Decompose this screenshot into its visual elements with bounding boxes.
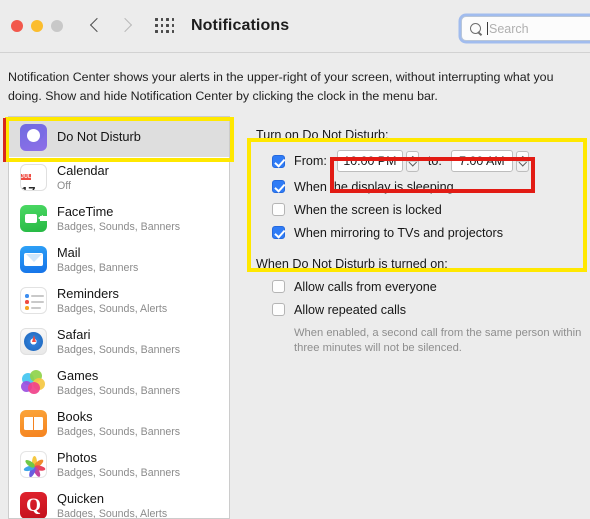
- books-icon: [20, 410, 47, 437]
- sidebar-item-label: Safari: [57, 326, 91, 342]
- sidebar-selection-marker: [3, 118, 6, 162]
- when-on-heading: When Do Not Disturb is turned on:: [256, 257, 448, 271]
- safari-icon: [20, 328, 47, 355]
- pane-description: Notification Center shows your alerts in…: [8, 70, 554, 103]
- do-not-disturb-settings: Turn on Do Not Disturb: From: 10:00 PM t…: [248, 128, 590, 356]
- page-title: Notifications: [191, 17, 290, 34]
- search-icon: [470, 22, 482, 35]
- sidebar-item-subtitle: Badges, Sounds, Banners: [57, 384, 181, 397]
- sidebar-item-text: Books Badges, Sounds, Banners: [57, 409, 180, 439]
- mirroring-label: When mirroring to TVs and projectors: [294, 225, 504, 240]
- sidebar-item-label: Photos: [57, 449, 97, 465]
- sidebar-item-label: Games: [57, 367, 99, 383]
- sidebar-item-subtitle: Badges, Sounds, Banners: [57, 466, 181, 479]
- mirroring-checkbox[interactable]: [272, 226, 285, 239]
- minimize-button[interactable]: [31, 20, 43, 32]
- sidebar-item-mail[interactable]: Mail Badges, Banners: [9, 239, 229, 280]
- sidebar-item-text: Games Badges, Sounds, Banners: [57, 368, 180, 398]
- from-checkbox[interactable]: [272, 154, 285, 168]
- to-time-input[interactable]: 7:00 AM: [450, 150, 513, 172]
- sidebar-item-text: Mail Badges, Banners: [57, 245, 138, 275]
- sidebar-item-text: Quicken Badges, Sounds, Alerts: [57, 491, 167, 519]
- to-time-stepper[interactable]: [515, 150, 529, 172]
- turn-on-heading: Turn on Do Not Disturb:: [256, 128, 389, 142]
- sidebar-item-subtitle: Badges, Banners: [57, 261, 139, 274]
- sidebar-item-subtitle: Badges, Sounds, Banners: [57, 343, 181, 356]
- window-toolbar: Notifications Search: [0, 0, 590, 53]
- sidebar-item-text: Safari Badges, Sounds, Banners: [57, 327, 180, 357]
- from-time-stepper[interactable]: [405, 150, 419, 172]
- text-caret: [487, 22, 488, 35]
- mirroring-row: When mirroring to TVs and projectors: [272, 221, 590, 244]
- allow-calls-row: Allow calls from everyone: [272, 275, 590, 298]
- allow-calls-checkbox[interactable]: [272, 280, 285, 293]
- sidebar-item-subtitle: Off: [57, 179, 71, 192]
- sidebar-item-label: Mail: [57, 244, 81, 260]
- sidebar-item-photos[interactable]: Photos Badges, Sounds, Banners: [9, 444, 229, 485]
- sidebar-item-label: FaceTime: [57, 203, 114, 219]
- screen-locked-label: When the screen is locked: [294, 202, 442, 217]
- sidebar-item-games[interactable]: Games Badges, Sounds, Banners: [9, 362, 229, 403]
- sidebar-item-subtitle: Badges, Sounds, Alerts: [57, 302, 168, 315]
- to-label: to:: [427, 154, 442, 168]
- preferences-window: Notifications Search Notification Center…: [0, 0, 590, 519]
- calendar-icon: JUL 17: [20, 164, 47, 191]
- mail-icon: [20, 246, 47, 273]
- sidebar-item-subtitle: Badges, Sounds, Banners: [57, 220, 181, 233]
- allow-repeated-checkbox[interactable]: [272, 303, 285, 316]
- sidebar-item-calendar[interactable]: JUL 17 Calendar Off: [9, 157, 229, 198]
- navigation-buttons: [89, 17, 133, 35]
- close-button[interactable]: [11, 20, 23, 32]
- sidebar-item-do-not-disturb[interactable]: Do Not Disturb: [9, 117, 229, 157]
- sidebar-item-text: Photos Badges, Sounds, Banners: [57, 450, 180, 480]
- sidebar-item-text: FaceTime Badges, Sounds, Banners: [57, 204, 180, 234]
- allow-repeated-row: Allow repeated calls: [272, 298, 590, 321]
- from-label: From:: [294, 154, 327, 168]
- allow-calls-label: Allow calls from everyone: [294, 279, 437, 294]
- screen-locked-checkbox[interactable]: [272, 203, 285, 216]
- sidebar-item-safari[interactable]: Safari Badges, Sounds, Banners: [9, 321, 229, 362]
- zoom-button[interactable]: [51, 20, 63, 32]
- photos-icon: [20, 451, 47, 478]
- sidebar-item-label: Quicken: [57, 490, 104, 506]
- screen-locked-row: When the screen is locked: [272, 198, 590, 221]
- do-not-disturb-icon: [20, 123, 47, 151]
- sidebar-item-label: Reminders: [57, 285, 119, 301]
- search-field-wrapper[interactable]: Search: [461, 16, 590, 41]
- sidebar-item-label: Books: [57, 408, 93, 424]
- show-all-grid-icon[interactable]: [155, 18, 175, 34]
- back-chevron-icon[interactable]: [89, 17, 103, 35]
- traffic-lights: [11, 20, 63, 32]
- sidebar-item-books[interactable]: Books Badges, Sounds, Banners: [9, 403, 229, 444]
- sidebar-item-label: Calendar: [57, 162, 109, 178]
- games-icon: [20, 369, 47, 396]
- sidebar-item-facetime[interactable]: FaceTime Badges, Sounds, Banners: [9, 198, 229, 239]
- reminders-icon: [20, 287, 47, 314]
- allow-repeated-label: Allow repeated calls: [294, 302, 407, 317]
- sidebar-item-label: Do Not Disturb: [57, 129, 141, 144]
- facetime-icon: [20, 205, 47, 232]
- search-field[interactable]: Search: [461, 16, 590, 41]
- quicken-icon: [20, 492, 47, 518]
- search-placeholder: Search: [489, 21, 529, 36]
- display-sleeping-checkbox[interactable]: [272, 180, 285, 193]
- sidebar-item-subtitle: Badges, Sounds, Alerts: [57, 507, 168, 519]
- sidebar-item-text: Reminders Badges, Sounds, Alerts: [57, 286, 167, 316]
- app-list-sidebar[interactable]: Do Not Disturb JUL 17 Calendar Off FaceT…: [8, 116, 230, 519]
- display-sleeping-row: When the display is sleeping: [272, 175, 590, 198]
- sidebar-item-text: Do Not Disturb: [57, 128, 141, 146]
- calendar-month: JUL: [21, 174, 32, 180]
- sidebar-item-quicken[interactable]: Quicken Badges, Sounds, Alerts: [9, 485, 229, 519]
- from-time-input[interactable]: 10:00 PM: [336, 150, 403, 172]
- repeated-calls-hint: When enabled, a second call from the sam…: [294, 327, 582, 354]
- display-sleeping-label: When the display is sleeping: [294, 179, 454, 194]
- sidebar-item-reminders[interactable]: Reminders Badges, Sounds, Alerts: [9, 280, 229, 321]
- from-time-row: From: 10:00 PM to: 7:00 AM: [272, 147, 590, 175]
- calendar-day: 17: [21, 184, 35, 190]
- sidebar-item-subtitle: Badges, Sounds, Banners: [57, 425, 181, 438]
- forward-chevron-icon[interactable]: [119, 17, 133, 35]
- sidebar-item-text: Calendar Off: [57, 163, 109, 193]
